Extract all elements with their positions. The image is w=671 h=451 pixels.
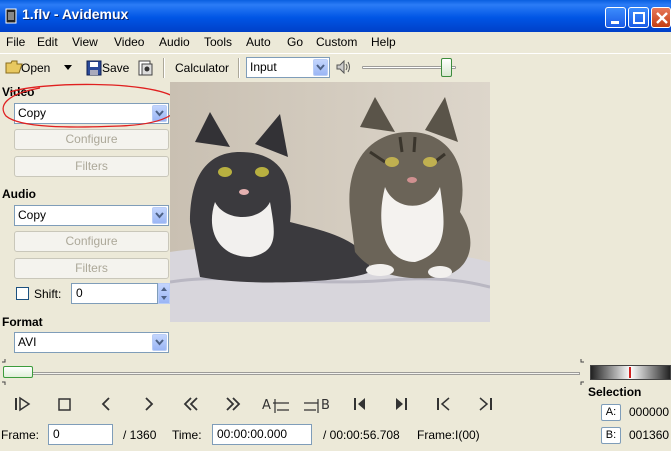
shift-spinner[interactable]	[158, 283, 170, 304]
input-output-value: Input	[250, 60, 277, 74]
annotation-ellipse	[2, 83, 179, 128]
video-configure-button[interactable]: Configure	[14, 129, 169, 150]
dropdown-arrow[interactable]	[313, 59, 328, 76]
calculator-button[interactable]: Calculator	[175, 61, 229, 75]
timeline-slider-track[interactable]	[5, 372, 580, 375]
window-title: 1.flv - Avidemux	[22, 6, 129, 22]
time-input[interactable]: 00:00:00.000	[212, 424, 312, 445]
format-value: AVI	[18, 335, 37, 349]
menu-view[interactable]: View	[72, 35, 98, 49]
save-button[interactable]: Save	[102, 61, 129, 75]
chevron-down-icon[interactable]	[64, 65, 72, 70]
shift-checkbox[interactable]	[16, 287, 29, 300]
menu-custom[interactable]: Custom	[316, 35, 357, 49]
format-select[interactable]: AVI	[14, 332, 169, 353]
video-filters-button[interactable]: Filters	[14, 156, 169, 177]
minimize-button[interactable]	[605, 7, 626, 28]
go-to-end-icon[interactable]	[476, 395, 496, 413]
go-to-start-icon[interactable]	[434, 395, 454, 413]
total-frames: / 1360	[123, 428, 157, 442]
previous-keyframe-icon[interactable]	[181, 395, 201, 413]
total-time: / 00:00:56.708	[323, 428, 400, 442]
frame-type: Frame:I(00)	[417, 428, 480, 442]
menu-audio[interactable]: Audio	[159, 35, 190, 49]
video-preview	[170, 82, 490, 322]
format-section-label: Format	[2, 315, 43, 329]
audio-configure-button[interactable]: Configure	[14, 231, 169, 252]
toolbar-separator	[163, 58, 165, 78]
frame-label: Frame:	[1, 428, 40, 442]
close-button[interactable]	[651, 7, 671, 28]
title-bar: 1.flv - Avidemux	[0, 0, 671, 32]
svg-text:B: B	[321, 398, 330, 413]
go-to-marker-b-icon[interactable]	[392, 395, 412, 413]
save-disk-icon	[86, 60, 102, 76]
toolbar: Open Save Calculator Input	[0, 53, 671, 81]
selection-b-button[interactable]: B:	[601, 427, 621, 444]
shift-input[interactable]: 0	[71, 283, 158, 304]
timeline-slider-thumb[interactable]	[3, 366, 33, 378]
menu-video[interactable]: Video	[114, 35, 144, 49]
dropdown-arrow[interactable]	[152, 207, 167, 224]
spinner-arrows-icon	[161, 287, 167, 300]
properties-icon[interactable]	[137, 59, 155, 77]
go-to-marker-a-icon[interactable]	[350, 395, 370, 413]
set-marker-b-icon[interactable]: B	[304, 395, 332, 413]
input-output-select[interactable]: Input	[246, 57, 330, 78]
menu-edit[interactable]: Edit	[37, 35, 58, 49]
menu-file[interactable]: File	[6, 35, 25, 49]
frame-input[interactable]: 0	[48, 424, 113, 445]
svg-text:A: A	[262, 398, 271, 413]
selection-a-value: 000000	[629, 405, 670, 419]
time-value: 00:00:00.000	[217, 427, 288, 441]
next-frame-icon[interactable]	[139, 395, 159, 413]
shift-value: 0	[76, 286, 83, 300]
maximize-button[interactable]	[628, 7, 649, 28]
menu-help[interactable]: Help	[371, 35, 396, 49]
selection-a-button[interactable]: A:	[601, 404, 621, 421]
jog-shuttle[interactable]	[590, 365, 671, 380]
audio-filters-button[interactable]: Filters	[14, 258, 169, 279]
previous-frame-icon[interactable]	[97, 395, 117, 413]
volume-slider-thumb[interactable]	[440, 58, 452, 77]
dropdown-arrow[interactable]	[152, 334, 167, 351]
maximize-icon	[633, 12, 645, 24]
menu-go[interactable]: Go	[287, 35, 303, 49]
selection-b-value: 001360	[629, 428, 670, 442]
avidemux-app-icon	[5, 8, 17, 24]
chevron-down-icon	[155, 339, 164, 346]
audio-section-label: Audio	[2, 187, 36, 201]
stop-icon[interactable]	[55, 395, 75, 413]
minimize-icon	[611, 21, 619, 24]
shift-label: Shift:	[34, 287, 62, 301]
open-button[interactable]: Open	[21, 61, 50, 75]
chevron-down-icon	[155, 212, 164, 219]
frame-value: 0	[53, 427, 60, 441]
close-icon	[656, 12, 668, 24]
speaker-icon	[336, 60, 350, 74]
next-keyframe-icon[interactable]	[223, 395, 243, 413]
time-label: Time:	[172, 428, 202, 442]
menu-bar: File Edit View Video Audio Tools Auto Go…	[0, 32, 671, 52]
audio-codec-value: Copy	[18, 208, 47, 222]
play-icon[interactable]	[13, 395, 33, 413]
audio-codec-select[interactable]: Copy	[14, 205, 169, 226]
menu-auto[interactable]: Auto	[246, 35, 271, 49]
chevron-down-icon	[316, 64, 325, 71]
menu-tools[interactable]: Tools	[204, 35, 232, 49]
video-frame-image	[170, 82, 490, 322]
toolbar-separator	[238, 58, 240, 78]
selection-label: Selection	[588, 385, 642, 399]
set-marker-a-icon[interactable]: A	[262, 395, 290, 413]
